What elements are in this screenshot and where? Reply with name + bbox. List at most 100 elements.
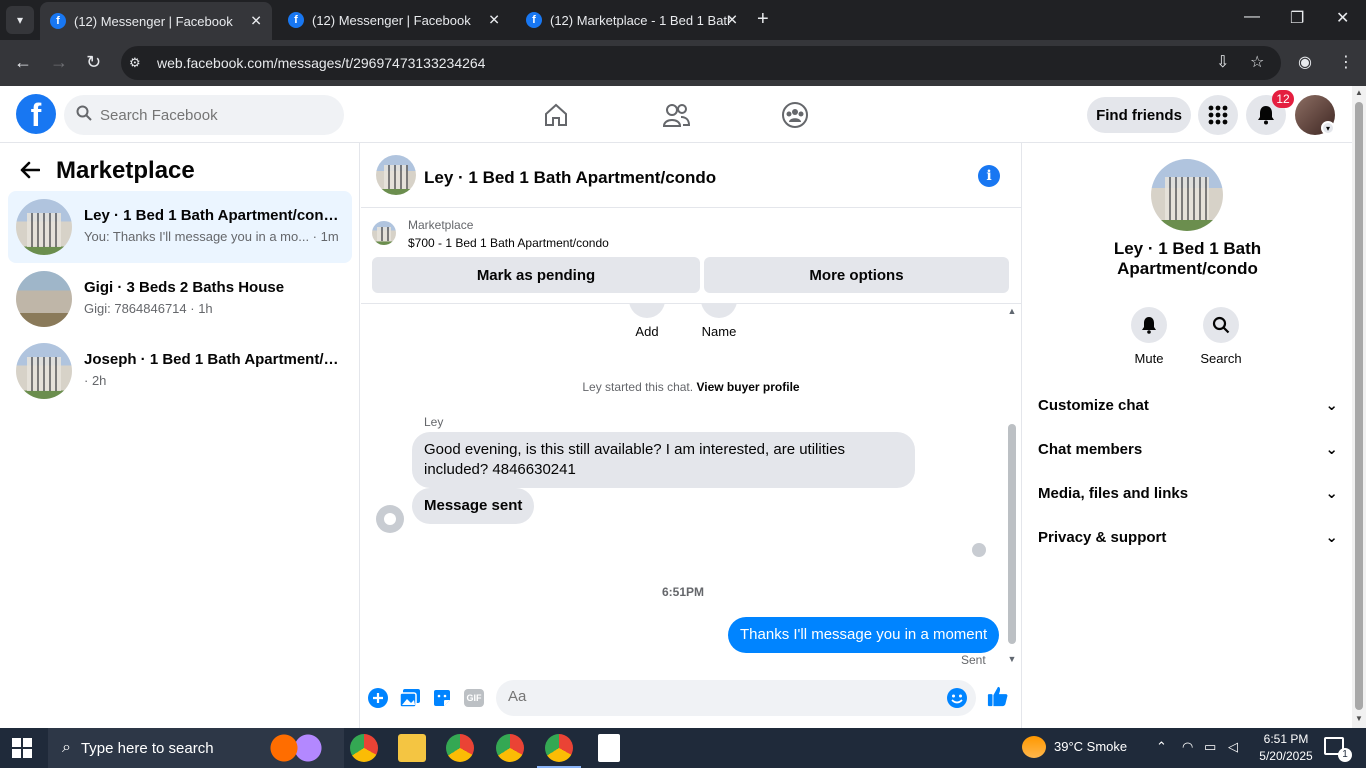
name-line: Apartment/condo [1117, 259, 1258, 278]
chrome-active-icon[interactable] [537, 734, 581, 768]
weather-text[interactable]: 39°C Smoke [1054, 739, 1127, 754]
facebook-logo-icon[interactable]: f [16, 94, 56, 134]
tray-expand-icon[interactable]: ⌃ [1156, 739, 1167, 755]
friends-icon[interactable] [661, 100, 691, 130]
profile-icon[interactable]: ◉ [1298, 52, 1312, 72]
url-text[interactable]: web.facebook.com/messages/t/296974731332… [157, 55, 485, 71]
maximize-icon[interactable]: ❐ [1290, 8, 1304, 28]
chat-title[interactable]: Ley · 1 Bed 1 Bath Apartment/condo [424, 168, 716, 188]
conversation-item-ley[interactable]: Ley · 1 Bed 1 Bath Apartment/condo You: … [8, 191, 352, 263]
document-app-icon[interactable] [598, 734, 620, 762]
listing-thumbnail [16, 343, 72, 399]
sender-avatar[interactable] [376, 505, 404, 533]
scrollbar-thumb[interactable] [1008, 424, 1016, 644]
photo-icon[interactable] [399, 687, 421, 709]
info-icon[interactable]: i [978, 165, 1000, 187]
scroll-down-icon[interactable]: ▼ [1352, 714, 1366, 723]
chrome-icon[interactable] [446, 734, 474, 762]
browser-tab-3[interactable]: f (12) Marketplace - 1 Bed 1 Bath ✕ [516, 0, 748, 40]
listing-thumbnail[interactable] [372, 221, 396, 245]
chrome-profile-icon[interactable] [350, 734, 378, 762]
section-label: Privacy & support [1038, 528, 1167, 546]
conversation-preview: · 2h [84, 373, 107, 388]
message-input-box[interactable] [496, 680, 976, 716]
back-icon[interactable]: ← [14, 52, 32, 73]
sticker-icon[interactable] [431, 687, 453, 709]
omnibox[interactable]: ⚙ web.facebook.com/messages/t/2969747313… [121, 46, 1281, 80]
reload-icon[interactable]: ↻ [86, 52, 101, 73]
volume-icon[interactable]: ◁ [1228, 739, 1238, 755]
notification-center-count: 1 [1338, 748, 1352, 762]
system-clock[interactable]: 6:51 PM 5/20/2025 [1254, 731, 1318, 765]
taskbar-search[interactable]: ⌕ Type here to search [48, 728, 344, 768]
message-text: Good evening, is this still available? I… [424, 441, 846, 458]
plus-icon[interactable] [367, 687, 389, 709]
forward-icon[interactable]: → [50, 52, 68, 73]
message-composer: GIF [361, 669, 1021, 728]
search-icon: ⌕ [62, 739, 71, 756]
privacy-support-row[interactable]: Privacy & support ⌄ [1038, 517, 1338, 557]
back-arrow-icon[interactable] [20, 159, 41, 185]
browser-tab-2[interactable]: f (12) Messenger | Facebook ✕ [278, 0, 510, 40]
media-files-links-row[interactable]: Media, files and links ⌄ [1038, 473, 1338, 513]
quick-action-label: Name [701, 324, 737, 339]
groups-icon[interactable] [780, 100, 810, 130]
chrome-profile-icon[interactable] [496, 734, 524, 762]
listing-price[interactable]: $700 - 1 Bed 1 Bath Apartment/condo [408, 236, 609, 250]
site-info-icon[interactable]: ⚙ [129, 55, 151, 71]
listing-avatar[interactable] [1151, 159, 1223, 231]
incoming-message[interactable]: Good evening, is this still available? I… [412, 432, 915, 488]
message-input[interactable] [508, 688, 928, 705]
weather-icon[interactable] [1022, 736, 1046, 758]
menu-grid-icon[interactable] [1198, 95, 1238, 135]
close-tab-icon[interactable]: ✕ [250, 13, 262, 30]
section-label: Chat members [1038, 440, 1143, 458]
search-in-conversation-button[interactable]: Search [1191, 307, 1251, 366]
scroll-up-icon[interactable]: ▲ [1352, 88, 1366, 97]
menu-kebab-icon[interactable]: ⋮ [1338, 52, 1354, 72]
search-highlight-icon[interactable] [266, 734, 326, 762]
page-scrollbar[interactable]: ▲ ▼ [1352, 86, 1366, 728]
scroll-down-icon[interactable]: ▼ [1006, 654, 1018, 664]
view-buyer-profile-link[interactable]: View buyer profile [696, 380, 799, 394]
chat-members-row[interactable]: Chat members ⌄ [1038, 429, 1338, 469]
new-tab-icon[interactable]: + [757, 8, 769, 31]
file-explorer-icon[interactable] [398, 734, 426, 762]
facebook-search-box[interactable] [64, 95, 344, 135]
find-friends-button[interactable]: Find friends [1087, 97, 1191, 133]
gif-icon[interactable]: GIF [463, 687, 485, 709]
home-icon[interactable] [541, 100, 571, 130]
emoji-icon[interactable] [946, 687, 968, 714]
chevron-down-icon[interactable]: ▾ [1321, 121, 1335, 135]
mark-as-pending-button[interactable]: Mark as pending [372, 257, 700, 293]
battery-icon[interactable]: ▭ [1204, 739, 1216, 755]
chat-scrollbar[interactable]: ▲ ▼ [1006, 304, 1018, 669]
tab-search-button[interactable]: ▾ [6, 6, 34, 34]
chat-avatar[interactable] [376, 155, 416, 195]
outgoing-message[interactable]: Thanks I'll message you in a moment [728, 617, 1000, 653]
incoming-message[interactable]: Message sent [412, 488, 535, 524]
minimize-icon[interactable]: — [1244, 8, 1260, 26]
conversation-item-joseph[interactable]: Joseph · 1 Bed 1 Bath Apartment/c... · 2… [8, 335, 352, 407]
customize-chat-row[interactable]: Customize chat ⌄ [1038, 385, 1338, 425]
thumbs-up-icon[interactable] [987, 685, 1009, 707]
conversation-item-gigi[interactable]: Gigi · 3 Beds 2 Baths House Gigi: 786484… [8, 263, 352, 335]
page-scrollbar-thumb[interactable] [1355, 102, 1363, 710]
mute-button[interactable]: Mute [1119, 307, 1179, 366]
search-label: Search [1200, 351, 1242, 366]
scroll-up-icon[interactable]: ▲ [1006, 306, 1018, 316]
wifi-icon[interactable]: ◠ [1182, 739, 1193, 755]
quick-action-add[interactable]: Add [617, 304, 677, 339]
facebook-search-input[interactable] [100, 106, 320, 124]
install-app-icon[interactable]: ⇩ [1216, 52, 1229, 72]
browser-tab-1[interactable]: f (12) Messenger | Facebook ✕ [40, 2, 272, 40]
more-options-button[interactable]: More options [704, 257, 1009, 293]
conversation-name: Ley · 1 Bed 1 Bath Apartment/condo [84, 207, 339, 224]
close-window-icon[interactable]: ✕ [1336, 8, 1349, 28]
close-tab-icon[interactable]: ✕ [726, 12, 738, 29]
windows-start-icon[interactable] [12, 738, 32, 758]
close-tab-icon[interactable]: ✕ [488, 12, 500, 29]
listing-thumbnail [16, 199, 72, 255]
quick-action-name[interactable]: Name [689, 304, 749, 339]
bookmark-star-icon[interactable]: ☆ [1250, 52, 1264, 72]
